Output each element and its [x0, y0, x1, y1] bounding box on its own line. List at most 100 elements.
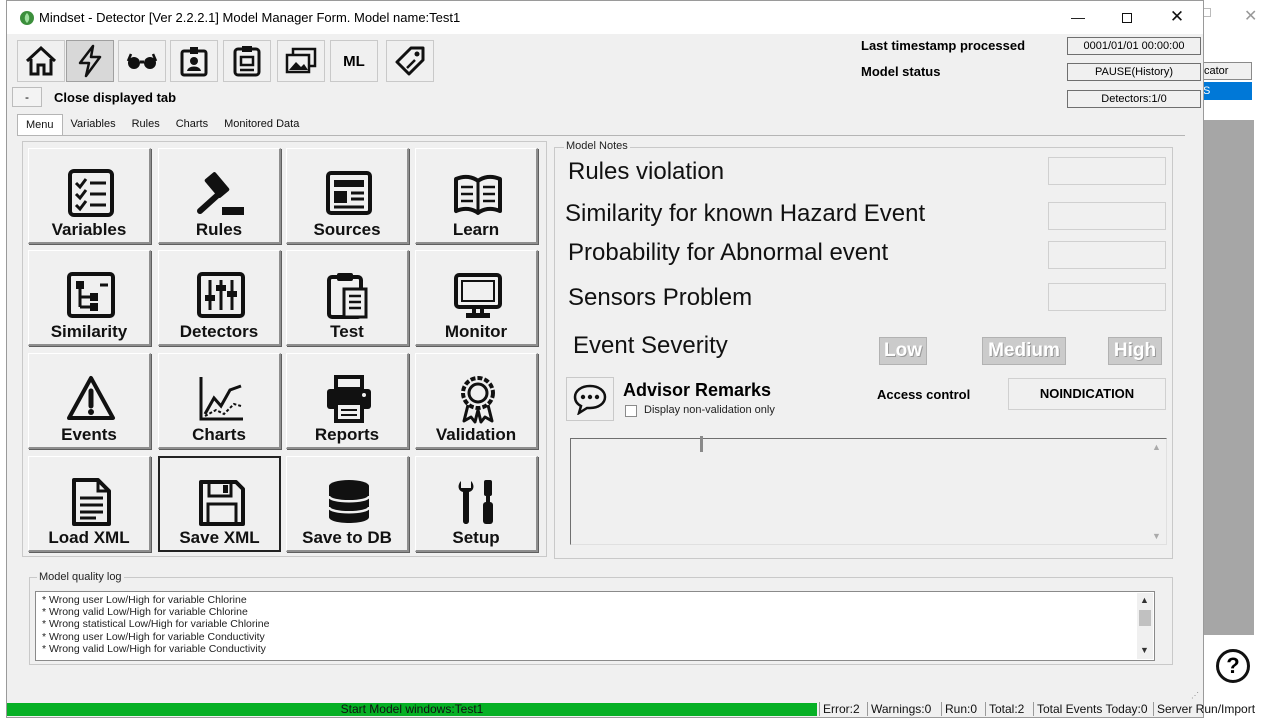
background-window: ✕ cator S: [1200, 0, 1280, 720]
monitor-icon: [454, 273, 502, 318]
background-dropdown[interactable]: cator: [1200, 62, 1252, 80]
background-selected-item[interactable]: S: [1200, 82, 1252, 100]
id-card-button[interactable]: [223, 40, 271, 82]
severity-high: High: [1108, 337, 1162, 365]
close-button[interactable]: ✕: [1154, 1, 1200, 33]
probability-abnormal-label: Probability for Abnormal event: [568, 239, 889, 266]
detector-button[interactable]: [66, 40, 114, 82]
sources-button[interactable]: Sources: [286, 148, 409, 244]
event-severity-label: Event Severity: [573, 332, 728, 359]
sliders-icon: [197, 272, 245, 318]
variables-button[interactable]: Variables: [28, 148, 151, 244]
rules-label: Rules: [195, 220, 243, 239]
quality-log-legend: Model quality log: [37, 571, 124, 583]
total-events-today: Total Events Today:0: [1033, 702, 1148, 716]
learn-label: Learn: [452, 220, 500, 239]
warnings-count: Warnings:0: [867, 702, 931, 716]
tab-variables[interactable]: Variables: [63, 114, 124, 134]
rules-violation-value: [1048, 157, 1166, 185]
remarks-scroll-up-icon[interactable]: ▲: [1152, 442, 1161, 452]
home-button[interactable]: [17, 40, 65, 82]
scroll-up-icon[interactable]: ▲: [1140, 595, 1149, 605]
scroll-thumb[interactable]: [1139, 610, 1151, 626]
charts-button[interactable]: Charts: [158, 353, 281, 449]
error-count: Error:2: [819, 702, 860, 716]
similarity-icon: [67, 272, 115, 318]
help-button[interactable]: ?: [1216, 649, 1250, 683]
rules-button[interactable]: Rules: [158, 148, 281, 244]
close-tab-button[interactable]: -: [12, 87, 42, 107]
glasses-button[interactable]: [118, 40, 166, 82]
advisor-button[interactable]: [566, 377, 614, 421]
list-item: * Wrong valid Low/High for variable Cond…: [42, 643, 266, 655]
minimize-button[interactable]: —: [1055, 1, 1101, 33]
tab-monitored-data[interactable]: Monitored Data: [216, 114, 307, 134]
warning-icon: [67, 376, 115, 420]
line-chart-icon: [199, 377, 243, 421]
tab-menu[interactable]: Menu: [17, 114, 63, 136]
app-logo-icon: [20, 11, 34, 25]
maximize-button[interactable]: [1104, 1, 1150, 33]
test-button[interactable]: Test: [286, 250, 409, 346]
quality-log-list[interactable]: * Wrong user Low/High for variable Chlor…: [35, 591, 1155, 661]
events-button[interactable]: Events: [28, 353, 151, 449]
home-icon: [25, 45, 57, 76]
reports-label: Reports: [314, 425, 380, 444]
save-to-db-label: Save to DB: [302, 528, 392, 547]
progress-text: Start Model windows:Test1: [340, 702, 484, 716]
book-icon: [454, 174, 502, 215]
tags-icon: [395, 46, 425, 76]
setup-button[interactable]: Setup: [415, 456, 538, 552]
rules-violation-label: Rules violation: [568, 158, 725, 185]
severity-low: Low: [879, 337, 927, 365]
save-to-db-button[interactable]: Save to DB: [286, 456, 409, 552]
validation-button[interactable]: Validation: [415, 353, 538, 449]
quality-log-scrollbar[interactable]: ▲ ▼: [1137, 593, 1153, 659]
model-manager-window: Mindset - Detector [Ver 2.2.2.1] Model M…: [6, 0, 1255, 718]
charts-label: Charts: [192, 425, 246, 444]
non-validation-checkbox[interactable]: [625, 405, 637, 417]
glasses-icon: [126, 53, 158, 69]
variables-label: Variables: [51, 220, 127, 239]
resize-grip-icon[interactable]: ⋰: [1191, 691, 1201, 701]
non-validation-label: Display non-validation only: [644, 404, 775, 416]
probability-abnormal-value: [1048, 241, 1166, 269]
clipboard-icon: [327, 273, 368, 319]
award-icon: [461, 376, 495, 424]
similarity-hazard-value: [1048, 202, 1166, 230]
total-count: Total:2: [985, 702, 1024, 716]
learn-button[interactable]: Learn: [415, 148, 538, 244]
model-status-value: PAUSE(History): [1067, 63, 1201, 81]
run-count: Run:0: [941, 702, 977, 716]
model-status-label: Model status: [861, 64, 941, 79]
tab-charts[interactable]: Charts: [168, 114, 216, 134]
tab-divider: [17, 135, 1185, 136]
scroll-down-icon[interactable]: ▼: [1140, 645, 1149, 655]
images-button[interactable]: [277, 40, 325, 82]
close-tab-label: Close displayed tab: [54, 90, 177, 105]
remarks-scroll-down-icon[interactable]: ▼: [1152, 531, 1161, 541]
advisor-remarks-title: Advisor Remarks: [623, 380, 772, 400]
last-timestamp-label: Last timestamp processed: [861, 38, 1026, 53]
monitor-button[interactable]: Monitor: [415, 250, 538, 346]
save-xml-button[interactable]: Save XML: [158, 456, 281, 552]
badge-icon: [180, 47, 208, 77]
database-icon: [327, 480, 371, 523]
load-xml-button[interactable]: Load XML: [28, 456, 151, 552]
badge-button[interactable]: [170, 40, 218, 82]
detectors-button[interactable]: Detectors: [158, 250, 281, 346]
sensors-problem-label: Sensors Problem: [568, 284, 753, 311]
ml-button[interactable]: ML: [330, 40, 378, 82]
access-control-label: Access control: [877, 387, 971, 402]
list-item: * Wrong user Low/High for variable Condu…: [42, 631, 265, 643]
tags-button[interactable]: [386, 40, 434, 82]
tab-strip: Menu Variables Rules Charts Monitored Da…: [17, 114, 307, 136]
advisor-remarks-text[interactable]: [570, 438, 1167, 545]
access-control-value: NOINDICATION: [1008, 378, 1166, 410]
chat-bubble-icon: [573, 384, 607, 415]
tab-rules[interactable]: Rules: [124, 114, 168, 134]
similarity-button[interactable]: Similarity: [28, 250, 151, 346]
list-item: * Wrong valid Low/High for variable Chlo…: [42, 606, 248, 618]
reports-button[interactable]: Reports: [286, 353, 409, 449]
background-close-icon: ✕: [1244, 8, 1258, 25]
